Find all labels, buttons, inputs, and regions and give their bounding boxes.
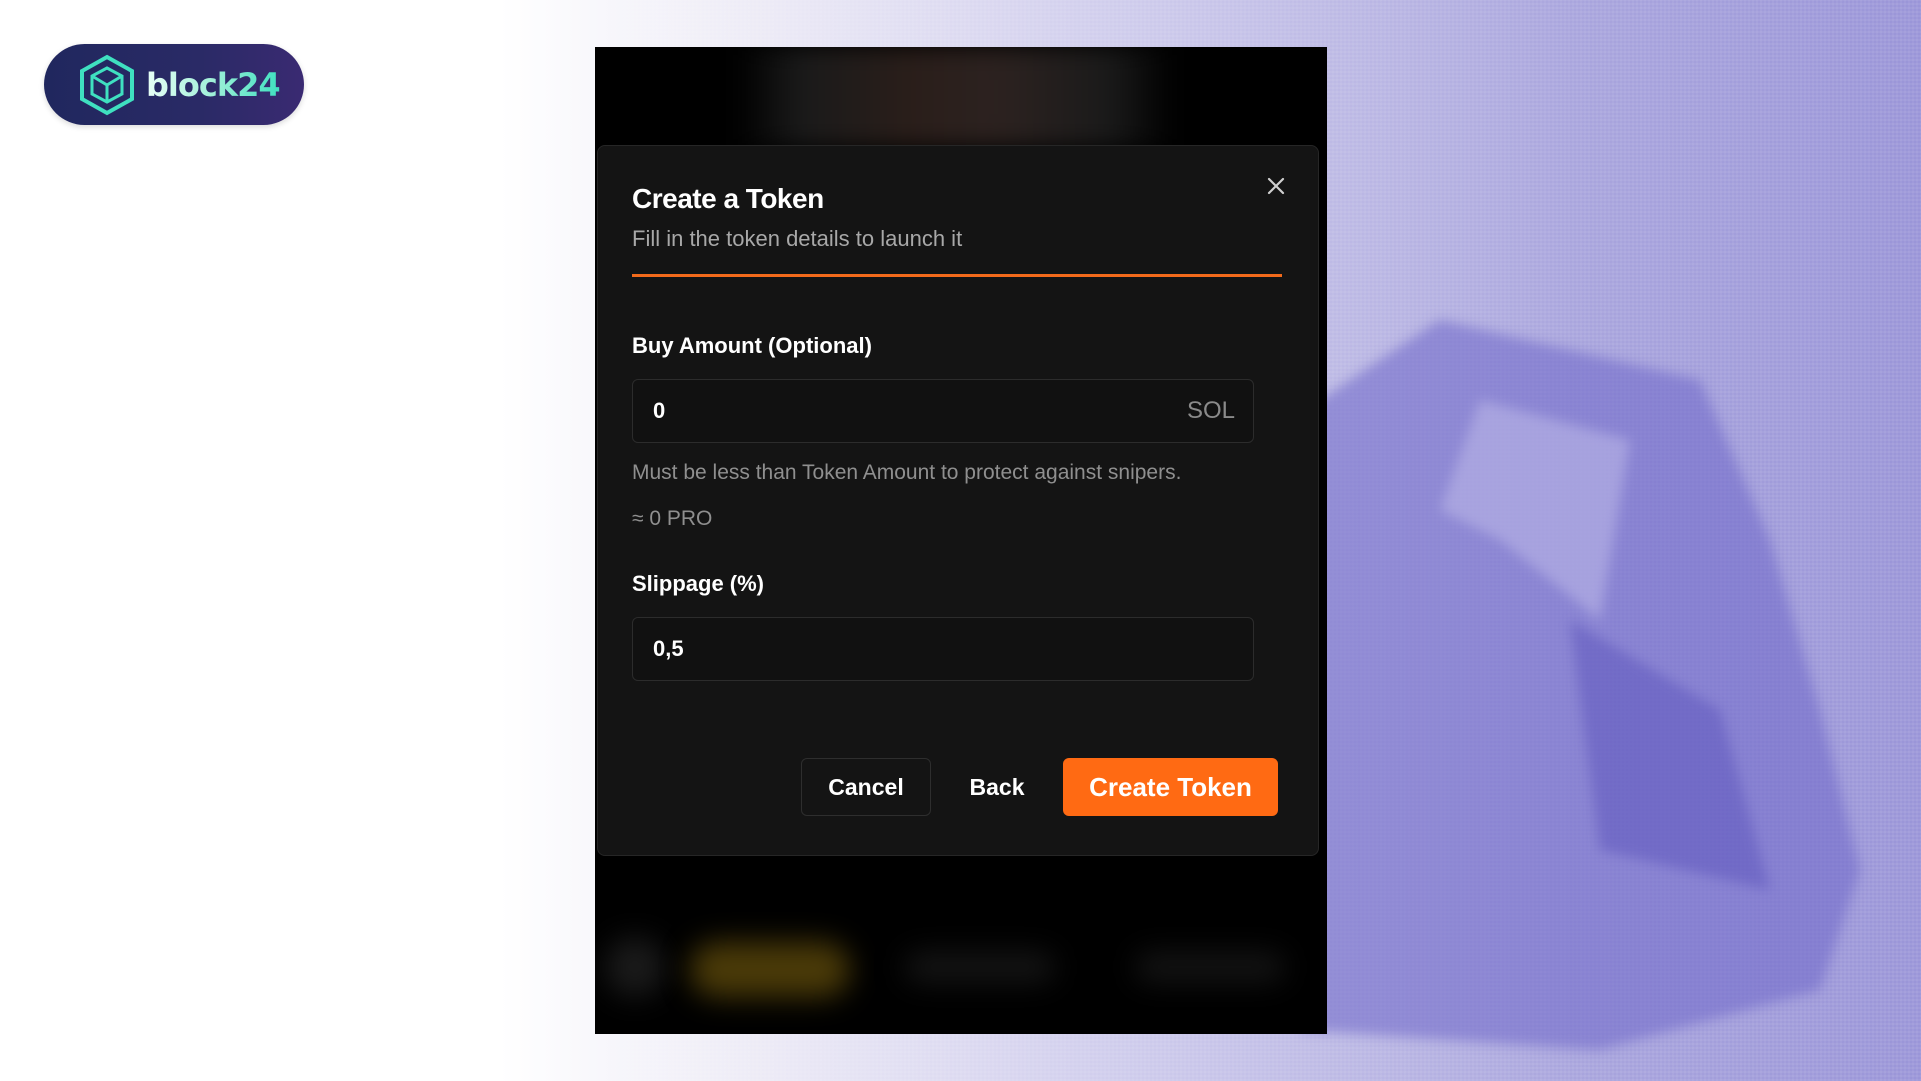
progress-divider xyxy=(632,273,1282,277)
slippage-field[interactable] xyxy=(632,616,1254,681)
dialog-title: Create a Token xyxy=(632,183,824,214)
slippage-label: Slippage (%) xyxy=(632,570,765,596)
back-button[interactable]: Back xyxy=(931,758,1063,816)
close-button[interactable] xyxy=(1262,172,1290,200)
cancel-button[interactable]: Cancel xyxy=(801,758,931,816)
dialog-subtitle: Fill in the token details to launch it xyxy=(632,225,963,251)
buy-amount-label: Buy Amount (Optional) xyxy=(632,332,872,358)
buy-amount-input[interactable] xyxy=(653,397,1187,424)
pro-estimate: ≈ 0 PRO xyxy=(632,506,713,530)
create-token-dialog: Create a Token Fill in the token details… xyxy=(597,145,1319,856)
blurred-header xyxy=(735,47,1175,147)
sol-suffix: SOL xyxy=(1186,396,1235,424)
background-cube-shape xyxy=(1300,320,1860,1050)
brand-logo: block24 xyxy=(44,44,304,125)
buy-amount-field[interactable]: SOL xyxy=(632,378,1254,443)
create-token-button[interactable]: Create Token xyxy=(1063,758,1278,816)
dialog-actions: Cancel Back Create Token xyxy=(801,758,1278,816)
slippage-input[interactable] xyxy=(653,635,1235,662)
hexagon-cube-icon xyxy=(80,54,134,115)
buy-amount-hint: Must be less than Token Amount to protec… xyxy=(632,460,1182,484)
brand-name: block24 xyxy=(146,65,281,104)
close-icon xyxy=(1267,177,1285,195)
blurred-footer xyxy=(595,897,1327,1034)
